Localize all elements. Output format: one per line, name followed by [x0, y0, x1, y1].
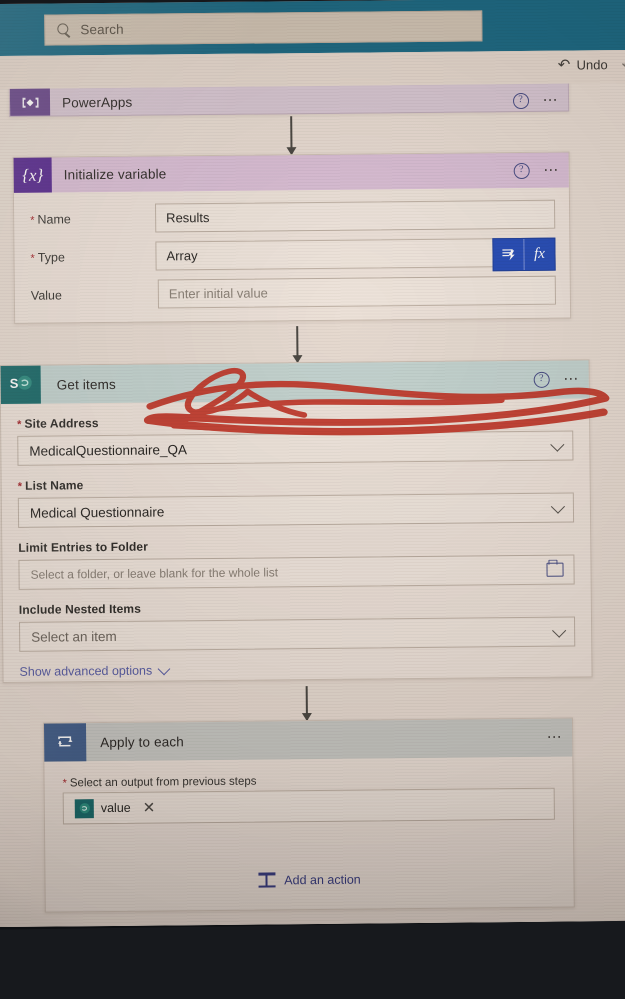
include-nested-items-value: Select an item [31, 628, 117, 645]
include-nested-items-dropdown[interactable]: Select an item [19, 616, 576, 652]
type-input[interactable]: Array fx [155, 237, 556, 272]
field-label-limit-entries-to-folder: Limit Entries to Folder [18, 539, 149, 555]
name-input[interactable]: Results [155, 199, 556, 233]
photo-of-screen: Search ↷ Undo ↶ PowerApps ? ⋯ {x} Initia… [0, 0, 625, 999]
more-ellipsis-icon[interactable]: ⋯ [543, 161, 561, 178]
field-row-name: Name Results [30, 199, 556, 234]
search-input[interactable]: Search [44, 10, 483, 46]
type-input-value: Array [166, 248, 198, 264]
add-an-action-button[interactable]: Add an action [258, 872, 361, 888]
screen-content: Search ↷ Undo ↶ PowerApps ? ⋯ {x} Initia… [0, 0, 625, 928]
chevron-down-icon [550, 499, 566, 514]
dynamic-content-icon[interactable] [493, 239, 523, 270]
sharepoint-icon: S [0, 365, 41, 405]
office-suite-bar: Search [0, 0, 625, 57]
step-title-apply-to-each: Apply to each [100, 733, 185, 750]
flow-designer-canvas: PowerApps ? ⋯ {x} Initialize variable ? [0, 82, 625, 928]
list-name-value: Medical Questionnaire [29, 503, 165, 521]
step-card-initialize-variable[interactable]: {x} Initialize variable ? ⋯ Name Results [12, 151, 572, 324]
more-ellipsis-icon[interactable]: ⋯ [543, 91, 561, 108]
remove-token-x-icon[interactable]: ✕ [143, 799, 156, 817]
add-an-action-label: Add an action [284, 872, 361, 887]
undo-label: Undo [576, 57, 608, 73]
chevron-down-icon [550, 437, 565, 452]
limit-entries-folder-placeholder: Select a folder, or leave blank for the … [30, 565, 279, 582]
field-label-site-address: Site Address [17, 412, 573, 431]
field-label-name: Name [30, 211, 155, 226]
field-row-value: Value Enter initial value [30, 275, 556, 310]
command-bar-actions: ↷ Undo ↶ [554, 55, 625, 75]
value-input-placeholder: Enter initial value [168, 285, 268, 302]
value-input[interactable]: Enter initial value [157, 275, 556, 309]
loop-icon [43, 723, 87, 762]
powerapps-icon [9, 87, 51, 117]
undo-arrow-icon: ↷ [557, 56, 571, 74]
help-circle-icon[interactable]: ? [512, 92, 529, 109]
step-card-apply-to-each[interactable]: Apply to each ⋯ Select an output from pr… [42, 717, 575, 913]
show-advanced-options-link[interactable]: Show advanced options [19, 662, 171, 679]
name-input-value: Results [166, 210, 210, 226]
expression-button[interactable]: fx [523, 238, 555, 270]
field-label-type: Type [30, 249, 155, 264]
field-label-list-name: List Name [18, 474, 574, 493]
variable-braces-icon: {x} [13, 157, 52, 193]
more-ellipsis-icon[interactable]: ⋯ [563, 370, 581, 387]
limit-entries-folder-input[interactable]: Select a folder, or leave blank for the … [18, 554, 575, 590]
search-placeholder: Search [80, 21, 124, 38]
connector-arrow-3 [305, 686, 308, 721]
step-card-powerapps[interactable]: PowerApps ? ⋯ [8, 82, 570, 117]
step-title-powerapps: PowerApps [61, 94, 133, 110]
help-circle-icon[interactable]: ? [533, 371, 550, 388]
show-advanced-options-label: Show advanced options [19, 663, 153, 679]
list-name-dropdown[interactable]: Medical Questionnaire [17, 492, 575, 528]
add-action-icon [258, 872, 275, 887]
help-circle-icon[interactable]: ? [513, 162, 530, 179]
search-icon [57, 23, 71, 37]
redo-arrow-icon[interactable]: ↶ [622, 55, 625, 73]
connector-arrow-2 [296, 326, 299, 363]
chevron-down-icon [552, 623, 567, 638]
undo-button[interactable]: ↷ Undo [554, 55, 612, 75]
field-label-value: Value [30, 287, 62, 303]
site-address-value: MedicalQuestionnaire_QA [29, 441, 188, 459]
site-address-dropdown[interactable]: MedicalQuestionnaire_QA [17, 430, 574, 466]
field-label-select-output: Select an output from previous steps [63, 773, 555, 790]
token-label: value [100, 800, 131, 816]
sharepoint-token-icon [74, 798, 94, 818]
monitor-bezel-bottom [0, 920, 625, 999]
step-card-get-items[interactable]: S Get items ? ⋯ Site Address [0, 359, 593, 684]
field-row-type: Type Array fx [30, 237, 556, 272]
connector-arrow-1 [290, 116, 293, 155]
step-title-initialize-variable: Initialize variable [63, 166, 167, 183]
folder-icon[interactable] [546, 562, 564, 577]
dynamic-token-value[interactable]: value ✕ [74, 798, 156, 818]
more-ellipsis-icon[interactable]: ⋯ [547, 729, 565, 746]
chevron-down-icon [157, 662, 171, 675]
field-label-include-nested-items: Include Nested Items [18, 601, 142, 617]
inline-editor-buttons: fx [492, 237, 556, 272]
step-title-get-items: Get items [56, 376, 116, 392]
select-output-input[interactable]: value ✕ [62, 787, 555, 825]
